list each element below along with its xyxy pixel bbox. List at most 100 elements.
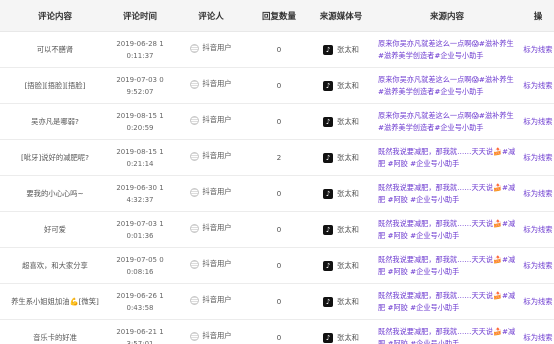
- reply-count: 0: [252, 211, 306, 248]
- header-operation: 操: [518, 0, 554, 32]
- tiktok-icon: ♪: [323, 116, 334, 127]
- source-content-link[interactable]: 既然我说要减肥，那我就……天天说🍰#减肥 #阿胶 #企业号小助手: [376, 319, 518, 344]
- commenter-name: 抖音用户: [202, 43, 232, 53]
- comment-clock: 3:57:01: [126, 339, 154, 344]
- media-name: 张太和: [337, 116, 359, 126]
- commenter-cell: 抖音用户: [170, 139, 252, 176]
- avatar-icon: [190, 259, 200, 269]
- avatar-icon: [190, 79, 200, 89]
- avatar-icon: [190, 331, 200, 341]
- mark-as-lead-link[interactable]: 标为线索: [523, 333, 552, 342]
- header-reply-count: 回复数量: [252, 0, 306, 32]
- media-cell: ♪ 张太和: [306, 211, 376, 248]
- commenter-cell: 抖音用户: [170, 103, 252, 140]
- comment-date: 2019-07-03 0: [116, 75, 164, 84]
- commenter-cell: 抖音用户: [170, 175, 252, 212]
- mark-as-lead-link[interactable]: 标为线索: [523, 225, 552, 234]
- reply-count: 0: [252, 247, 306, 284]
- reply-count: 0: [252, 283, 306, 320]
- reply-count: 0: [252, 175, 306, 212]
- mark-as-lead-link[interactable]: 标为线索: [523, 297, 552, 306]
- media-cell: ♪ 张太和: [306, 175, 376, 212]
- source-content-link[interactable]: 既然我说要减肥，那我就……天天说🍰#减肥 #阿胶 #企业号小助手: [376, 175, 518, 212]
- comment-text: 超喜欢，和大家分享: [0, 247, 110, 284]
- comment-time: 2019-08-15 1 0:20:59: [110, 103, 170, 140]
- comment-clock: 0:11:37: [126, 51, 154, 60]
- mark-as-lead-link[interactable]: 标为线索: [523, 189, 552, 198]
- media-name: 张太和: [337, 260, 359, 270]
- comment-clock: 9:52:07: [126, 87, 154, 96]
- source-content-link[interactable]: 既然我说要减肥，那我就……天天说🍰#减肥 #阿胶 #企业号小助手: [376, 283, 518, 320]
- commenter-name: 抖音用户: [202, 223, 232, 233]
- media-cell: ♪ 张太和: [306, 319, 376, 344]
- comment-clock: 0:21:14: [126, 159, 154, 168]
- commenter-cell: 抖音用户: [170, 319, 252, 344]
- header-source-media: 来源媒体号: [306, 0, 376, 32]
- source-content-link[interactable]: 原来你吴亦凡就差这么一点啊😱#滋补养生#滋养美学创造者#企业号小助手: [376, 67, 518, 104]
- commenter-name: 抖音用户: [202, 295, 232, 305]
- mark-as-lead-link[interactable]: 标为线索: [523, 117, 552, 126]
- commenter-cell: 抖音用户: [170, 67, 252, 104]
- comment-date: 2019-06-28 1: [116, 39, 164, 48]
- media-name: 张太和: [337, 224, 359, 234]
- comment-time: 2019-07-05 0 0:08:16: [110, 247, 170, 284]
- table-row: 吴亦凡是哪弱? 2019-08-15 1 0:20:59 抖音用户 0 ♪ 张太和 …: [0, 103, 554, 140]
- header-commenter: 评论人: [170, 0, 252, 32]
- avatar-icon: [190, 295, 200, 305]
- tiktok-icon: ♪: [323, 296, 334, 307]
- comment-date: 2019-07-03 1: [116, 219, 164, 228]
- media-name: 张太和: [337, 188, 359, 198]
- tiktok-icon: ♪: [323, 188, 334, 199]
- table-row: 可以不膳肾 2019-06-28 1 0:11:37 抖音用户 0 ♪ 张太和 原来…: [0, 31, 554, 68]
- table-header: 评论内容 评论时间 评论人 回复数量 来源媒体号 来源内容 操: [0, 0, 554, 32]
- operation-cell: 标为线索: [518, 67, 554, 104]
- source-content-link[interactable]: 既然我说要减肥，那我就……天天说🍰#减肥 #阿胶 #企业号小助手: [376, 139, 518, 176]
- comment-clock: 4:32:37: [126, 195, 154, 204]
- table-row: 好可爱 2019-07-03 1 0:01:36 抖音用户 0 ♪ 张太和 既然我说…: [0, 211, 554, 248]
- reply-count: 0: [252, 31, 306, 68]
- operation-cell: 标为线索: [518, 175, 554, 212]
- commenter-name: 抖音用户: [202, 79, 232, 89]
- source-content-link[interactable]: 原来你吴亦凡就差这么一点啊😱#滋补养生#滋养美学创造者#企业号小助手: [376, 103, 518, 140]
- comment-time: 2019-06-21 1 3:57:01: [110, 319, 170, 344]
- operation-cell: 标为线索: [518, 319, 554, 344]
- mark-as-lead-link[interactable]: 标为线索: [523, 45, 552, 54]
- avatar-icon: [190, 43, 200, 53]
- mark-as-lead-link[interactable]: 标为线索: [523, 81, 552, 90]
- table-row: [呲牙]说好的减肥呢? 2019-08-15 1 0:21:14 抖音用户 2 ♪…: [0, 139, 554, 176]
- header-comment-time: 评论时间: [110, 0, 170, 32]
- tiktok-icon: ♪: [323, 332, 334, 343]
- media-name: 张太和: [337, 332, 359, 342]
- media-cell: ♪ 张太和: [306, 283, 376, 320]
- commenter-name: 抖音用户: [202, 151, 232, 161]
- comment-time: 2019-06-28 1 0:11:37: [110, 31, 170, 68]
- comment-time: 2019-06-30 1 4:32:37: [110, 175, 170, 212]
- table-row: 音乐卡的好准 2019-06-21 1 3:57:01 抖音用户 0 ♪ 张太和 既…: [0, 319, 554, 344]
- comment-time: 2019-08-15 1 0:21:14: [110, 139, 170, 176]
- operation-cell: 标为线索: [518, 211, 554, 248]
- table-body: 可以不膳肾 2019-06-28 1 0:11:37 抖音用户 0 ♪ 张太和 原来…: [0, 31, 554, 344]
- operation-cell: 标为线索: [518, 103, 554, 140]
- mark-as-lead-link[interactable]: 标为线索: [523, 261, 552, 270]
- comments-table: 评论内容 评论时间 评论人 回复数量 来源媒体号 来源内容 操 可以不膳肾 20…: [0, 0, 554, 344]
- comment-clock: 0:08:16: [126, 267, 154, 276]
- operation-cell: 标为线索: [518, 139, 554, 176]
- mark-as-lead-link[interactable]: 标为线索: [523, 153, 552, 162]
- source-content-link[interactable]: 原来你吴亦凡就差这么一点啊😱#滋补养生#滋养美学创造者#企业号小助手: [376, 31, 518, 68]
- comments-table-container: 评论内容 评论时间 评论人 回复数量 来源媒体号 来源内容 操 可以不膳肾 20…: [0, 0, 554, 344]
- comment-text: 养生系小姐姐加油💪[微笑]: [0, 283, 110, 320]
- source-content-link[interactable]: 既然我说要减肥，那我就……天天说🍰#减肥 #阿胶 #企业号小助手: [376, 247, 518, 284]
- comment-text: 可以不膳肾: [0, 31, 110, 68]
- comment-text: 吴亦凡是哪弱?: [0, 103, 110, 140]
- reply-count: 0: [252, 103, 306, 140]
- comment-clock: 0:20:59: [126, 123, 154, 132]
- commenter-cell: 抖音用户: [170, 211, 252, 248]
- comment-date: 2019-06-21 1: [116, 327, 164, 336]
- tiktok-icon: ♪: [323, 260, 334, 271]
- comment-date: 2019-07-05 0: [116, 255, 164, 264]
- media-cell: ♪ 张太和: [306, 31, 376, 68]
- table-row: [捂脸][捂脸][捂脸] 2019-07-03 0 9:52:07 抖音用户 0 …: [0, 67, 554, 104]
- source-content-link[interactable]: 既然我说要减肥，那我就……天天说🍰#减肥 #阿胶 #企业号小助手: [376, 211, 518, 248]
- comment-clock: 0:01:36: [126, 231, 154, 240]
- header-comment-content: 评论内容: [0, 0, 110, 32]
